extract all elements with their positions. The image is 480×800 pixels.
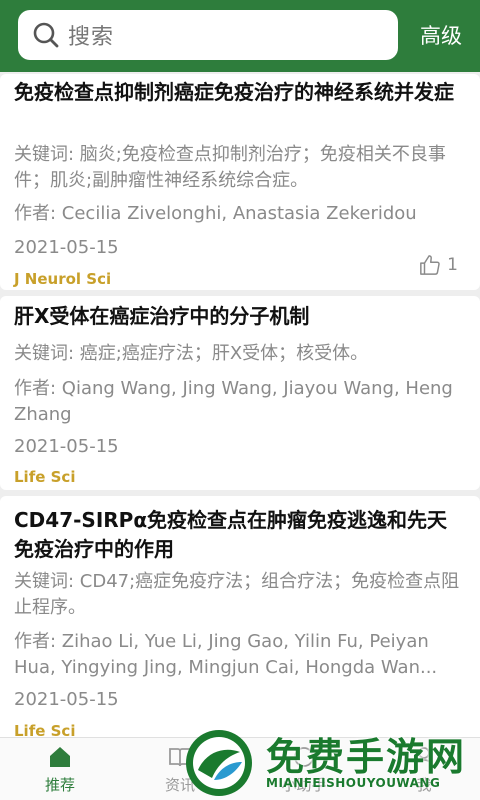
article-authors: 作者: Zihao Li, Yue Li, Jing Gao, Yilin Fu… <box>14 631 438 678</box>
article-keywords: 关键词: 癌症;癌症疗法；肝X受体；核受体。 <box>14 343 369 364</box>
watermark-logo-icon <box>186 730 252 796</box>
article-title[interactable]: CD47-SIRPα免疫检查点在肿瘤免疫逃逸和先天免疫治疗中的作用 <box>14 506 462 564</box>
watermark: 免费手游网 MIANFEISHOUYOUWANG <box>182 726 480 800</box>
article-authors: 作者: Qiang Wang, Jing Wang, Jiayou Wang, … <box>14 378 453 425</box>
like-count: 1 <box>447 255 458 275</box>
article-date: 2021-05-15 <box>14 689 119 710</box>
article-journal: Life Sci <box>14 468 76 486</box>
watermark-subtitle: MIANFEISHOUYOUWANG <box>266 776 441 790</box>
article-keywords: 关键词: 脑炎;免疫检查点抑制剂治疗；免疫相关不良事件；肌炎;副肿瘤性神经系统综… <box>14 144 446 191</box>
advanced-search-button[interactable]: 高级 <box>420 20 462 50</box>
thumbs-up-icon <box>420 255 440 275</box>
like-button[interactable]: 1 <box>419 254 458 276</box>
article-authors: 作者: Cecilia Zivelonghi, Anastasia Zekeri… <box>14 203 417 224</box>
search-icon <box>33 22 59 48</box>
home-icon <box>50 746 70 767</box>
article-title[interactable]: 免疫检查点抑制剂癌症免疫治疗的神经系统并发症 <box>14 78 462 107</box>
tab-label: 推荐 <box>44 775 75 794</box>
article-journal: J Neurol Sci <box>14 270 112 288</box>
article-keywords: 关键词: CD47;癌症免疫疗法；组合疗法；免疫检查点阻止程序。 <box>14 571 460 618</box>
article-card[interactable]: 免疫检查点抑制剂癌症免疫治疗的神经系统并发症 关键词: 脑炎;免疫检查点抑制剂治… <box>0 74 480 290</box>
tab-recommend[interactable]: 推荐 <box>12 738 108 800</box>
search-placeholder: 搜索 <box>68 25 115 50</box>
article-title[interactable]: 肝X受体在癌症治疗中的分子机制 <box>14 302 462 331</box>
article-card[interactable]: CD47-SIRPα免疫检查点在肿瘤免疫逃逸和先天免疫治疗中的作用 关键词: C… <box>0 496 480 746</box>
article-card[interactable]: 肝X受体在癌症治疗中的分子机制 关键词: 癌症;癌症疗法；肝X受体；核受体。 作… <box>0 296 480 490</box>
watermark-title: 免费手游网 <box>266 735 467 779</box>
search-input[interactable]: 搜索 <box>18 10 398 60</box>
article-date: 2021-05-15 <box>14 237 119 258</box>
top-bar: 搜索 高级 <box>0 0 480 72</box>
article-date: 2021-05-15 <box>14 436 119 457</box>
